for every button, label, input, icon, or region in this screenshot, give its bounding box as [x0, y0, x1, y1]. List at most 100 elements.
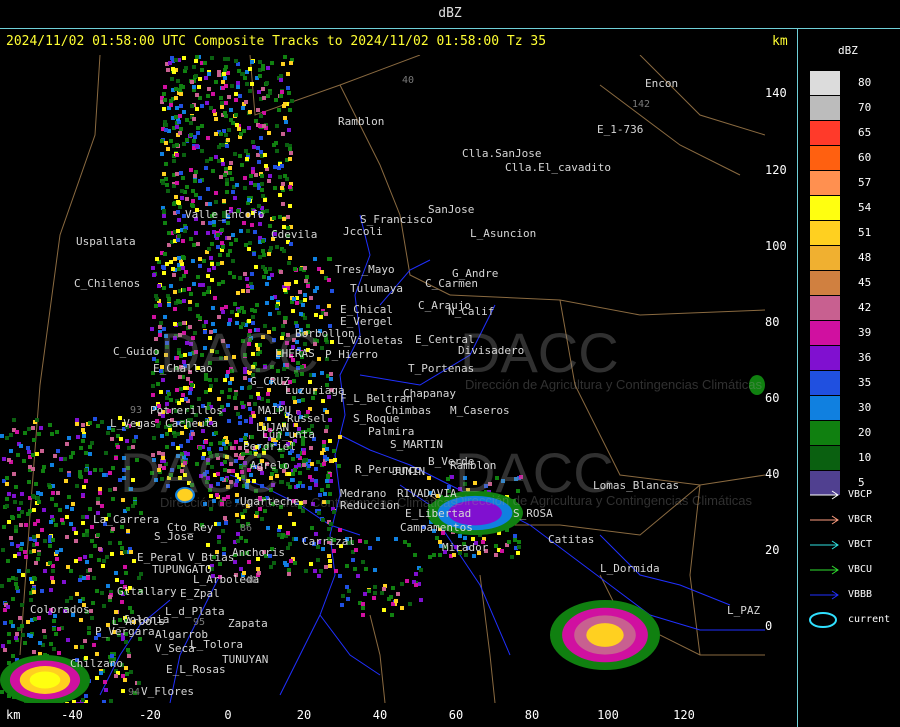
radar-echo-pixel [303, 293, 307, 297]
radar-echo-pixel [207, 247, 211, 251]
radar-echo-pixel [235, 513, 239, 517]
radar-echo-pixel [194, 59, 198, 63]
radar-echo-pixel [9, 449, 13, 453]
radar-echo-pixel [180, 196, 184, 200]
radar-echo-pixel [31, 453, 35, 457]
radar-echo-pixel [223, 173, 227, 177]
radar-echo-pixel [200, 104, 204, 108]
radar-echo-pixel [67, 436, 71, 440]
radar-echo-pixel [234, 113, 238, 117]
radar-echo-pixel [400, 582, 404, 586]
track-legend-label: VBCP [848, 489, 873, 500]
radar-echo-pixel [225, 178, 229, 182]
radar-echo-pixel [31, 494, 35, 498]
place-label: Chilzano [70, 657, 123, 670]
radar-echo-pixel [287, 128, 291, 132]
scale-row: 10 [808, 446, 888, 471]
radar-echo-pixel [52, 619, 56, 623]
radar-echo-pixel [210, 56, 214, 60]
radar-echo-pixel [267, 131, 271, 135]
radar-echo-pixel [221, 529, 225, 533]
radar-echo-pixel [242, 129, 246, 133]
radar-echo-pixel [220, 105, 224, 109]
radar-echo-pixel [214, 431, 218, 435]
radar-echo-pixel [258, 222, 262, 226]
radar-echo-pixel [95, 589, 99, 593]
radar-echo-pixel [53, 454, 57, 458]
radar-echo-pixel [84, 694, 88, 698]
radar-echo-pixel [226, 221, 230, 225]
radar-echo-pixel [123, 550, 127, 554]
radar-echo-pixel [162, 266, 166, 270]
radar-echo-pixel [172, 70, 176, 74]
radar-echo-pixel [450, 475, 454, 479]
place-label: Tres_Mayo [335, 263, 395, 276]
radar-echo-pixel [282, 249, 286, 253]
radar-echo-pixel [337, 464, 341, 468]
radar-echo-pixel [21, 633, 25, 637]
radar-echo-pixel [78, 557, 82, 561]
place-label: V_Seca [155, 642, 195, 655]
radar-echo-pixel [104, 688, 108, 692]
radar-echo-pixel [232, 275, 236, 279]
place-label: E_Challao [153, 362, 213, 375]
scale-value: 35 [858, 376, 872, 389]
radar-echo-pixel [259, 136, 263, 140]
radar-echo-pixel [176, 79, 180, 83]
radar-echo-pixel [288, 185, 292, 189]
radar-echo-pixel [227, 95, 231, 99]
radar-echo-pixel [217, 70, 221, 74]
radar-echo-pixel [286, 215, 290, 219]
radar-echo-pixel [49, 642, 53, 646]
radar-echo-pixel [96, 497, 100, 501]
radar-echo-pixel [193, 179, 197, 183]
radar-echo-pixel [225, 144, 229, 148]
radar-echo-pixel [239, 229, 243, 233]
radar-echo-pixel [54, 503, 58, 507]
radar-echo-pixel [517, 540, 521, 544]
radar-echo-pixel [221, 162, 225, 166]
scale-value: 36 [858, 351, 872, 364]
radar-echo-pixel [500, 549, 504, 553]
place-label: LHERAS [275, 347, 315, 360]
radar-echo-pixel [6, 605, 10, 609]
radar-echo-pixel [256, 392, 260, 396]
radar-echo-pixel [12, 418, 16, 422]
radar-echo-pixel [287, 91, 291, 95]
radar-echo-pixel [188, 300, 192, 304]
radar-echo-pixel [188, 391, 192, 395]
radar-echo-pixel [236, 412, 240, 416]
radar-echo-pixel [169, 99, 173, 103]
scale-value: 57 [858, 176, 872, 189]
radar-echo-pixel [40, 528, 44, 532]
radar-echo-pixel [368, 546, 372, 550]
radar-echo-pixel [241, 289, 245, 293]
place-label: Perdriel [243, 440, 296, 453]
radar-echo-pixel [181, 239, 185, 243]
radar-echo-pixel [115, 578, 119, 582]
radar-echo-pixel [126, 529, 130, 533]
radar-echo-pixel [5, 436, 9, 440]
radar-echo-pixel [103, 680, 107, 684]
radar-echo-pixel [66, 638, 70, 642]
radar-echo-pixel [361, 613, 365, 617]
radar-echo-pixel [236, 291, 240, 295]
radar-echo-pixel [184, 397, 188, 401]
radar-echo-pixel [178, 131, 182, 135]
radar-echo-pixel [256, 567, 260, 571]
radar-echo-pixel [84, 479, 88, 483]
scale-row: 51 [808, 221, 888, 246]
scale-swatch [810, 321, 840, 345]
radar-echo-pixel [507, 540, 511, 544]
radar-echo-pixel [288, 204, 292, 208]
place-label: L_Vegas [110, 417, 157, 430]
radar-echo-pixel [205, 101, 209, 105]
radar-echo-pixel [65, 535, 69, 539]
radar-echo-pixel [59, 548, 63, 552]
radar-echo-pixel [315, 286, 319, 290]
radar-echo-pixel [286, 531, 290, 535]
radar-map-canvas[interactable]: DACC DACC Dirección de Agricultura y Con… [0, 55, 765, 703]
scale-value: 65 [858, 126, 872, 139]
radar-echo-pixel [280, 90, 284, 94]
radar-echo-pixel [11, 624, 15, 628]
